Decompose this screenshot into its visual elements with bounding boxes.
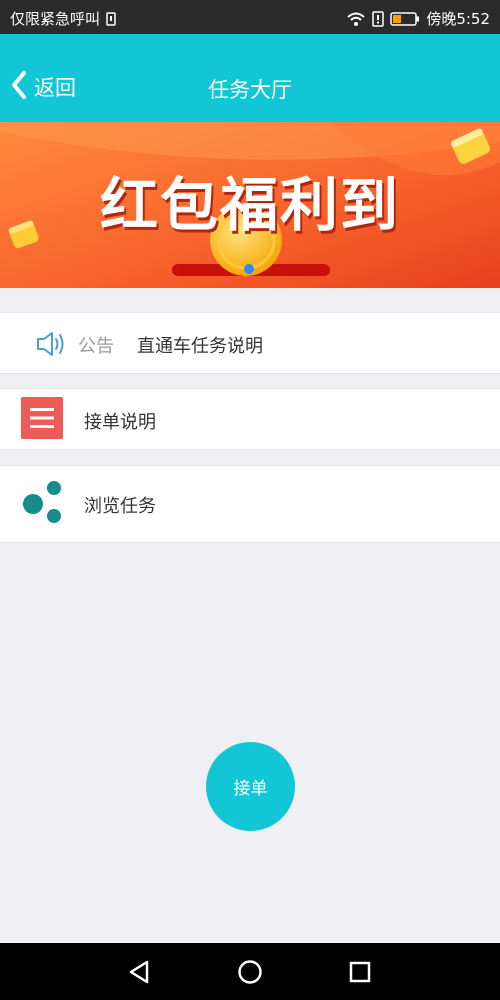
battery-icon [390, 11, 420, 26]
navigation-bar [0, 943, 500, 1000]
carrier-text: 仅限紧急呼叫 [10, 10, 101, 28]
notice-text[interactable]: 直通车任务说明 [137, 332, 263, 358]
accept-order-button[interactable]: 接单 [206, 742, 295, 831]
promo-banner[interactable]: 红包福利到 [0, 122, 500, 288]
home-circle-icon[interactable] [235, 957, 265, 987]
sim-icon [106, 11, 116, 26]
notice-row[interactable]: 公告 直通车任务说明 [0, 312, 500, 374]
notice-label: 公告 [78, 336, 114, 357]
page-title: 任务大厅 [208, 78, 292, 102]
speaker-icon [35, 330, 67, 362]
browse-tasks-label: 浏览任务 [84, 496, 156, 517]
clock-text: 傍晚5:52 [426, 10, 490, 28]
back-triangle-icon[interactable] [125, 957, 155, 987]
browse-tasks-item[interactable]: 浏览任务 [0, 465, 500, 543]
header-bar: 返回 任务大厅 [0, 34, 500, 122]
sim-alert-icon [372, 10, 385, 27]
banner-headline: 红包福利到 [99, 171, 400, 239]
accept-instructions-label: 接单说明 [84, 412, 156, 433]
accept-instructions-item[interactable]: 接单说明 [0, 388, 500, 450]
status-bar: 仅限紧急呼叫 傍晚5:52 [0, 0, 500, 34]
wifi-icon [346, 11, 366, 27]
carousel-indicator[interactable] [244, 264, 254, 274]
recents-square-icon[interactable] [345, 957, 375, 987]
share-nodes-icon [20, 480, 68, 528]
list-icon [21, 397, 63, 439]
